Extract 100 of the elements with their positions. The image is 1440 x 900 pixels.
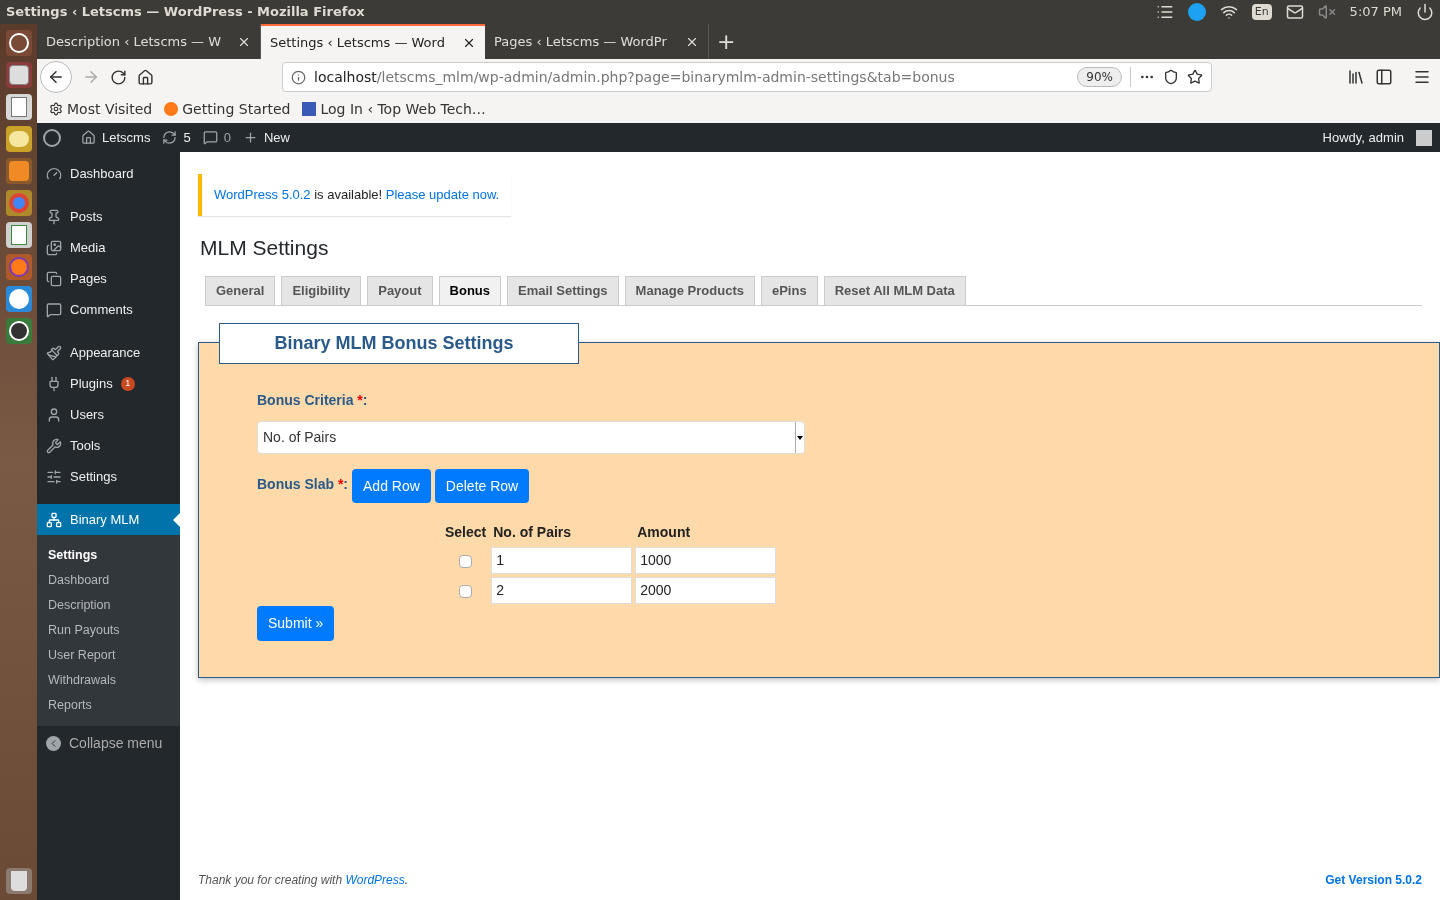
shield-icon[interactable] xyxy=(1163,69,1179,85)
wrench-icon xyxy=(46,437,62,454)
sidebar-item[interactable]: Binary MLM xyxy=(37,504,180,535)
submenu-item[interactable]: Dashboard xyxy=(37,568,180,593)
criteria-label: Bonus Criteria *: xyxy=(257,391,369,410)
plug-icon xyxy=(46,375,62,392)
notice-text: WordPress 5.0.2 is available! Please update now. xyxy=(214,187,500,202)
sidebar-item[interactable]: Plugins 1 xyxy=(37,368,180,399)
back-button[interactable] xyxy=(40,61,72,93)
mail-icon[interactable] xyxy=(1285,3,1304,21)
site-favicon-icon xyxy=(302,102,317,116)
settings-tab[interactable]: Reset All MLM Data xyxy=(823,276,966,305)
submenu-item[interactable]: User Report xyxy=(37,643,180,668)
sliders-icon xyxy=(46,468,62,485)
row-checkbox[interactable] xyxy=(459,584,473,598)
paintbrush-icon xyxy=(46,344,62,361)
home-icon[interactable] xyxy=(137,68,154,86)
sidebar-item[interactable]: Users xyxy=(37,399,180,430)
page-title: MLM Settings xyxy=(200,234,330,261)
update-count-badge: 1 xyxy=(120,376,135,391)
section-legend: Binary MLM Bonus Settings xyxy=(219,323,579,364)
comments-link[interactable]: 0 xyxy=(202,127,231,148)
speech-bubble-icon xyxy=(202,130,218,145)
browser-ring-icon[interactable] xyxy=(5,190,32,216)
criteria-select[interactable]: No. of Pairs xyxy=(257,421,805,454)
settings-tab[interactable]: General xyxy=(205,276,276,305)
row-checkbox[interactable] xyxy=(459,554,473,568)
amount-field[interactable]: 1000 xyxy=(635,547,777,574)
bookmark[interactable]: Log In ‹ Top Web Tech… xyxy=(302,98,486,120)
bookmark[interactable]: Getting Started xyxy=(164,98,291,120)
star-icon[interactable] xyxy=(1187,69,1203,85)
get-version-link[interactable]: Get Version 5.0.2 xyxy=(1325,871,1422,889)
updates-link[interactable]: 5 xyxy=(162,127,191,148)
sidebar-item[interactable]: Pages xyxy=(37,263,180,294)
pairs-field[interactable]: 2 xyxy=(491,577,633,604)
refresh-icon xyxy=(162,130,178,145)
bookmark[interactable]: Most Visited xyxy=(49,98,153,120)
new-link[interactable]: New xyxy=(242,127,290,148)
avatar-icon[interactable] xyxy=(1416,129,1432,146)
url-text: localhost/letscms_mlm/wp-admin/admin.php?page=binarymlm-admin-settings&tab=bonus xyxy=(314,67,956,87)
submenu-item[interactable]: Settings xyxy=(37,543,180,568)
gear-icon xyxy=(49,102,63,116)
new-tab-button[interactable]: + xyxy=(709,24,744,59)
settings-tab[interactable]: ePins xyxy=(760,276,818,305)
wordpress-link[interactable]: WordPress xyxy=(345,873,405,887)
sidebar-item[interactable]: Tools xyxy=(37,430,180,461)
collapse-menu-button[interactable]: Collapse menu xyxy=(37,728,180,758)
notepad-icon[interactable] xyxy=(5,94,32,120)
slab-button[interactable]: Delete Row xyxy=(434,469,530,503)
window-title: Settings ‹ Letscms — WordPress - Mozilla Firefox xyxy=(6,3,365,22)
version-link[interactable]: WordPress 5.0.2 xyxy=(214,187,311,202)
settings-tab[interactable]: Manage Products xyxy=(624,276,755,305)
column-header: Select xyxy=(444,523,488,542)
info-icon[interactable] xyxy=(291,69,306,85)
update-link[interactable]: Please update now. xyxy=(385,187,500,202)
trash-icon[interactable] xyxy=(5,868,32,894)
menu-icon[interactable] xyxy=(1413,68,1431,86)
settings-tab[interactable]: Bonus xyxy=(438,276,501,305)
browser-tab[interactable]: Settings ‹ Letscms — Word xyxy=(261,24,485,59)
settings-tab[interactable]: Email Settings xyxy=(507,276,619,305)
submit-button[interactable]: Submit » xyxy=(257,606,335,641)
keyboard-layout[interactable]: En xyxy=(1251,3,1272,21)
settings-tab[interactable]: Eligibility xyxy=(281,276,362,305)
sidebar-item[interactable]: Settings xyxy=(37,461,180,492)
column-header: Amount xyxy=(636,523,692,542)
library-icon[interactable] xyxy=(1347,68,1365,86)
pairs-field[interactable]: 1 xyxy=(491,547,633,574)
spreadsheet-icon[interactable] xyxy=(5,222,32,248)
circle-logo-icon[interactable] xyxy=(5,30,32,56)
submenu-item[interactable]: Description xyxy=(37,593,180,618)
submenu-item[interactable]: Withdrawals xyxy=(37,668,180,693)
sidebar-item[interactable]: Appearance xyxy=(37,337,180,368)
amount-field[interactable]: 2000 xyxy=(635,577,777,604)
list-icon[interactable] xyxy=(1155,3,1174,21)
submenu-item[interactable]: Reports xyxy=(37,693,180,718)
sidebar-item[interactable]: Dashboard xyxy=(37,158,180,189)
wordpress-logo-icon[interactable] xyxy=(43,128,61,147)
sidebar-item[interactable]: Posts xyxy=(37,201,180,232)
mute-icon[interactable] xyxy=(1317,3,1336,21)
clock[interactable]: 5:07 PM xyxy=(1349,2,1402,22)
site-link[interactable]: Letscms xyxy=(81,127,151,148)
gauge-icon xyxy=(46,165,62,182)
sidebar-icon[interactable] xyxy=(1375,68,1393,86)
wifi-icon[interactable] xyxy=(1219,3,1238,21)
reload-icon[interactable] xyxy=(110,68,127,86)
greeting-link[interactable]: Howdy, admin xyxy=(1322,127,1404,148)
pages-icon xyxy=(46,270,62,287)
sidebar-item[interactable]: Media xyxy=(37,232,180,263)
home-icon xyxy=(81,130,96,145)
plus-icon xyxy=(242,130,258,145)
sidebar-item[interactable]: Comments xyxy=(37,294,180,325)
url-bar[interactable]: localhost/letscms_mlm/wp-admin/admin.php?page=binarymlm-admin-settings&tab=bonus 90% xyxy=(282,62,1212,92)
submenu-item[interactable]: Run Payouts xyxy=(37,618,180,643)
column-header: No. of Pairs xyxy=(492,523,573,542)
slab-label: Bonus Slab *: xyxy=(257,474,349,494)
settings-tab[interactable]: Payout xyxy=(367,276,433,305)
slab-button[interactable]: Add Row xyxy=(352,469,431,503)
power-icon[interactable] xyxy=(1416,3,1434,21)
hierarchy-icon xyxy=(46,511,62,528)
zoom-level[interactable]: 90% xyxy=(1077,67,1122,87)
